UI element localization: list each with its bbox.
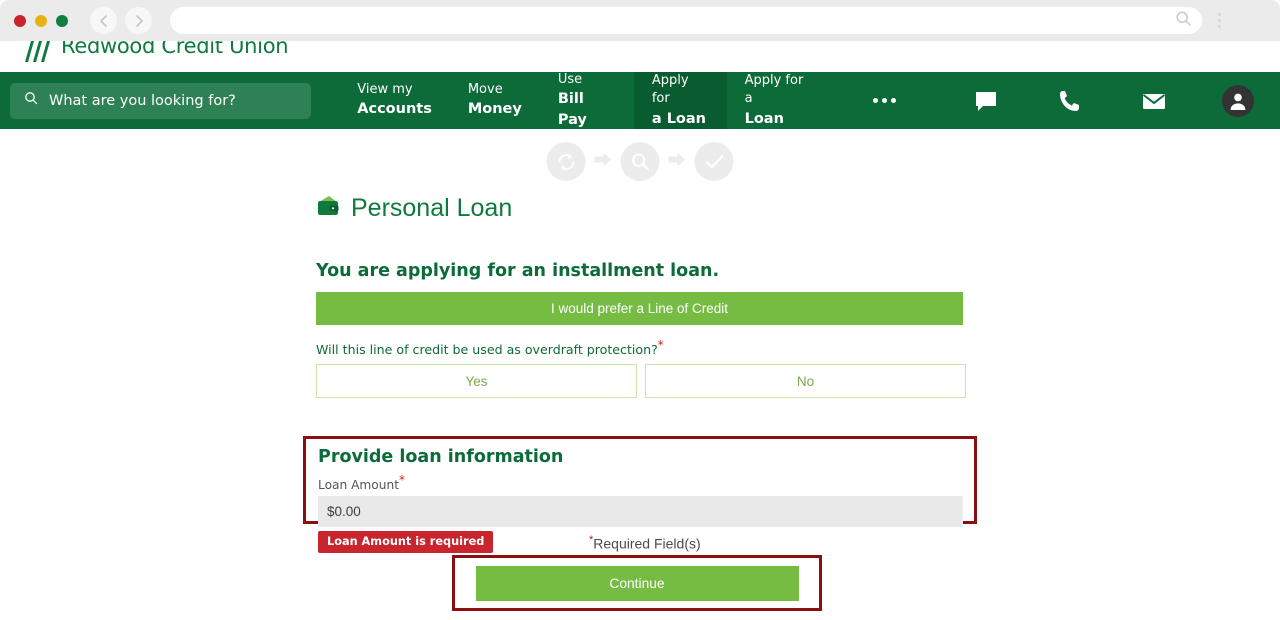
- step-arrow-2-right-arrow-icon: [668, 150, 687, 174]
- kebab-menu-icon[interactable]: [1202, 0, 1236, 41]
- overdraft-protection-question: Will this line of credit be used as over…: [316, 338, 664, 357]
- page-title-row: Personal Loan: [316, 193, 512, 224]
- prefer-line-of-credit-button[interactable]: I would prefer a Line of Credit: [316, 292, 963, 325]
- required-asterisk: *: [657, 338, 664, 352]
- application-progress-steps: [546, 142, 734, 181]
- redwood-credit-union-logo[interactable]: Redwood Credit Union: [22, 41, 289, 63]
- nav-item-top-label: Apply for a: [744, 72, 804, 107]
- nav-item-bottom-label: Money: [467, 101, 522, 118]
- chat-bubble-icon[interactable]: [944, 72, 1028, 129]
- user-avatar-icon[interactable]: [1196, 72, 1280, 129]
- applying-subheading: You are applying for an installment loan…: [316, 261, 720, 281]
- browser-nav-buttons: [90, 7, 152, 34]
- nav-item-bottom-label: Accounts: [357, 101, 432, 118]
- overdraft-answer-group: Yes No: [316, 364, 966, 398]
- continue-highlight-box: Continue: [452, 555, 822, 611]
- prefer-line-of-credit-label: I would prefer a Line of Credit: [550, 301, 729, 316]
- loan-amount-error-badge: Loan Amount is required: [318, 531, 494, 553]
- nav-item-bottom-label: a Loan: [651, 110, 707, 127]
- nav-item-bottom-label: Bill Pay: [557, 91, 587, 128]
- nav-item-use-bill-pay[interactable]: Use Bill Pay: [540, 72, 634, 129]
- search-icon: [24, 91, 38, 110]
- wallet-icon: [316, 193, 341, 224]
- loan-amount-label: Loan Amount*: [318, 473, 962, 492]
- phone-icon[interactable]: [1028, 72, 1112, 129]
- main-navigation-bar: What are you looking for? View my Accoun…: [0, 72, 1280, 129]
- close-window-button[interactable]: [14, 14, 26, 27]
- overdraft-yes-label: Yes: [465, 373, 488, 389]
- loan-amount-label-text: Loan Amount: [318, 478, 399, 493]
- step-3-checkmark-icon: [694, 142, 734, 181]
- ellipsis-icon[interactable]: [851, 98, 918, 103]
- nav-utility-icons: [944, 72, 1280, 129]
- nav-item-apply-for-a-loan[interactable]: Apply for a Loan: [727, 72, 831, 129]
- step-arrow-1-right-arrow-icon: [594, 150, 613, 174]
- nav-item-top-label: Move: [467, 81, 503, 97]
- overdraft-question-label: Will this line of credit be used as over…: [316, 342, 658, 358]
- provide-loan-information-section: Provide loan information Loan Amount*: [303, 436, 977, 528]
- overdraft-yes-button[interactable]: Yes: [316, 364, 637, 398]
- minimize-window-button[interactable]: [35, 14, 47, 27]
- loan-amount-input[interactable]: [318, 496, 963, 528]
- nav-item-view-my-accounts[interactable]: View my Accounts: [339, 72, 450, 129]
- envelope-icon[interactable]: [1112, 72, 1196, 129]
- continue-button[interactable]: Continue: [475, 565, 799, 601]
- continue-label: Continue: [609, 575, 665, 591]
- brand-name: Redwood Credit Union: [61, 41, 289, 58]
- step-2-magnifier-icon: [620, 142, 660, 181]
- nav-item-top-label: Apply for: [651, 72, 689, 107]
- site-header: Redwood Credit Union: [0, 41, 1280, 72]
- site-search-input[interactable]: What are you looking for?: [10, 82, 312, 119]
- forward-arrow-icon[interactable]: [125, 7, 152, 34]
- overdraft-no-label: No: [796, 373, 815, 389]
- nav-item-top-label: View my: [357, 81, 413, 97]
- required-fields-text: Required Field(s): [593, 535, 701, 552]
- section-heading: Provide loan information: [318, 447, 564, 467]
- back-arrow-icon[interactable]: [90, 7, 117, 34]
- nav-item-top-label: Use: [557, 71, 583, 87]
- window-traffic-lights: [14, 14, 68, 27]
- logo-mark-icon: [25, 41, 50, 62]
- url-bar[interactable]: [170, 7, 1202, 34]
- nav-item-apply-for-a-loan-active[interactable]: Apply for a Loan: [633, 72, 727, 129]
- overdraft-no-button[interactable]: No: [645, 364, 966, 398]
- page-title: Personal Loan: [351, 194, 513, 222]
- step-1-refresh-cycle-icon: [546, 142, 586, 181]
- site-search-placeholder: What are you looking for?: [49, 92, 236, 109]
- browser-chrome: [0, 0, 1280, 41]
- page-content: Personal Loan You are applying for an in…: [0, 129, 1280, 620]
- nav-item-move-money[interactable]: Move Money: [450, 72, 540, 129]
- avatar: [1222, 84, 1254, 117]
- search-icon: [1175, 10, 1192, 32]
- required-fields-note: *Required Field(s): [589, 534, 701, 552]
- maximize-window-button[interactable]: [56, 14, 68, 27]
- required-asterisk: *: [399, 473, 405, 487]
- nav-item-bottom-label: Loan: [744, 110, 784, 127]
- nav-items: View my Accounts Move Money Use Bill Pay…: [339, 72, 831, 129]
